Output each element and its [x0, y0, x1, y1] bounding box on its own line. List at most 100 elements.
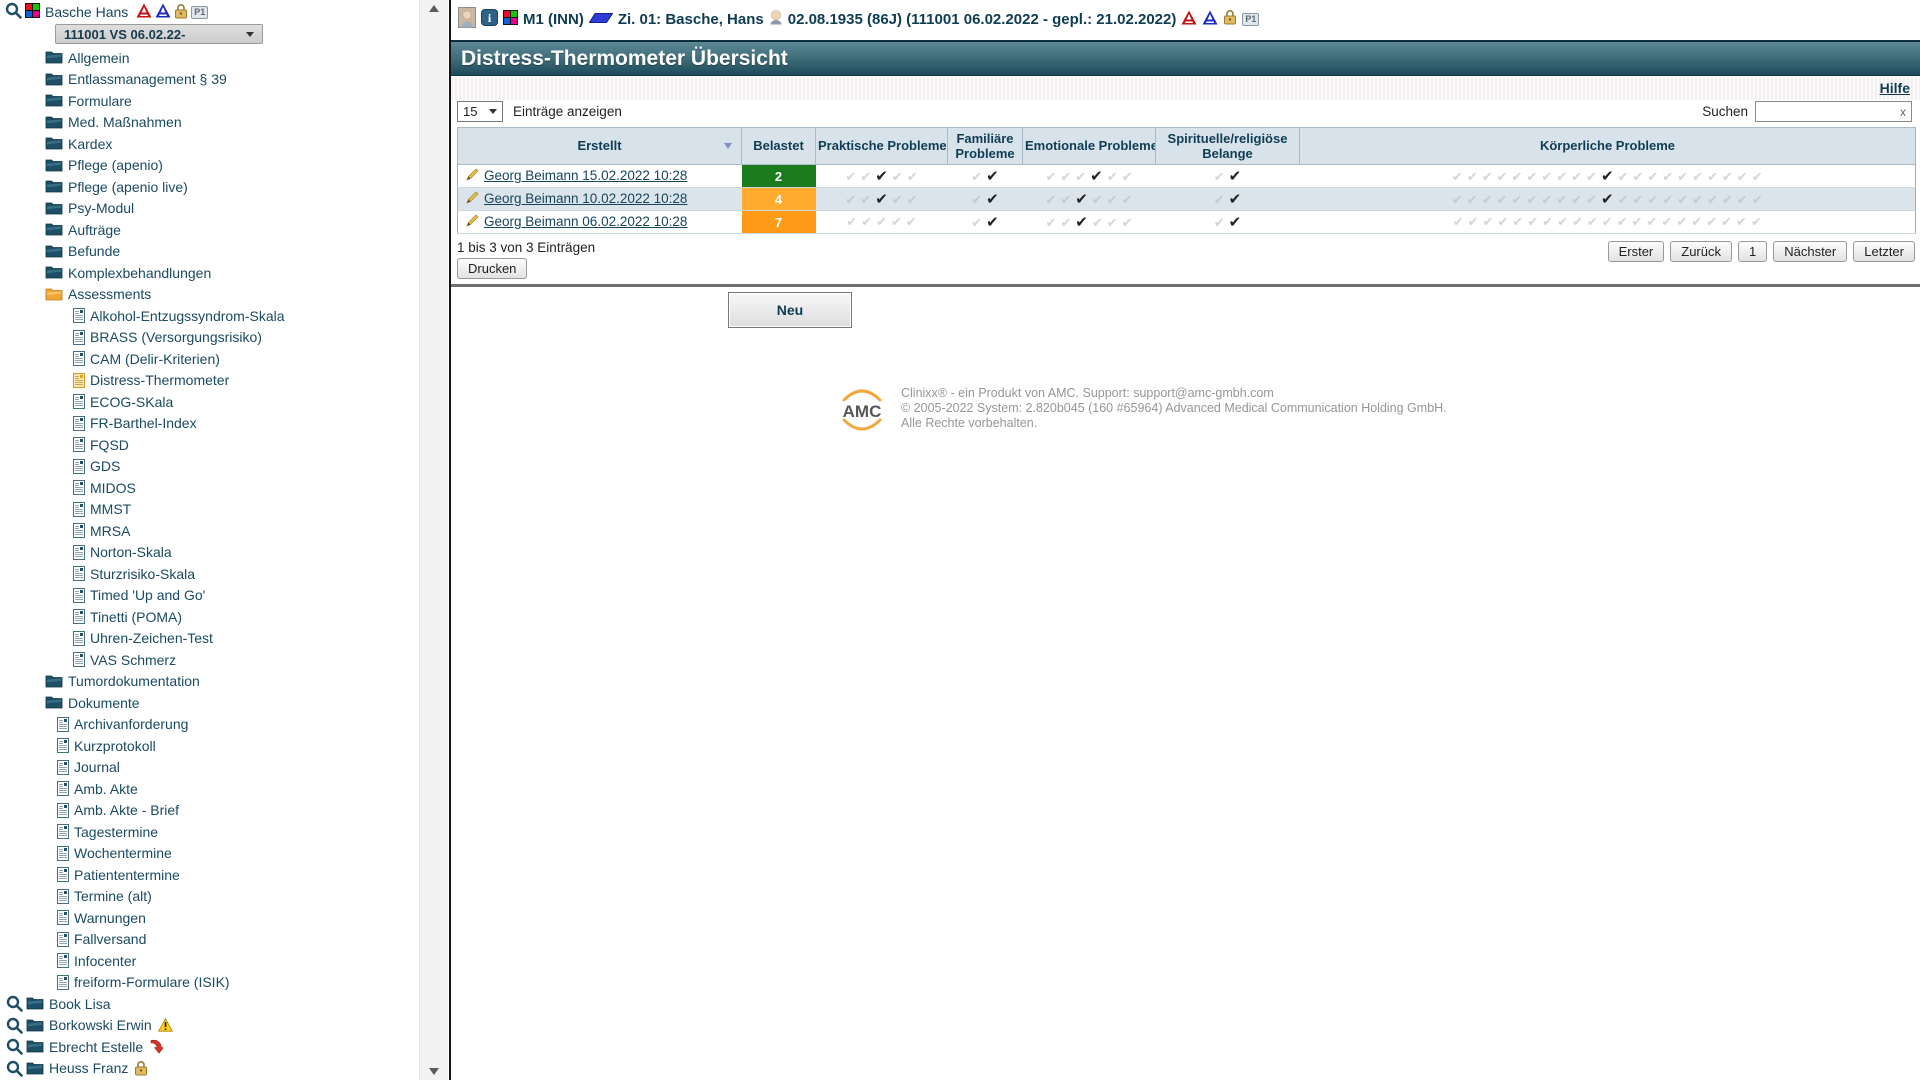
unchecked-icon: ✔ [1122, 170, 1133, 185]
entry-link[interactable]: Georg Beimann 15.02.2022 10:28 [484, 168, 687, 183]
column-header-erstellt[interactable]: Erstellt [458, 128, 742, 165]
sidebar-item-dokumente[interactable]: Dokumente [0, 692, 418, 714]
pager-first[interactable]: Erster [1608, 241, 1665, 262]
new-button[interactable]: Neu [728, 292, 852, 328]
sidebar-item-midos[interactable]: MIDOS [0, 477, 418, 499]
document-icon [73, 330, 85, 345]
current-patient-name: Basche Hans [45, 4, 128, 20]
column-header-famili-re-probleme[interactable]: Familiäre Probleme [948, 128, 1023, 165]
checked-icon: ✔ [1090, 167, 1103, 185]
sidebar-item-label: Pflege (apenio live) [68, 179, 188, 195]
sidebar: Basche Hans P1 111001 VS 06.02.22- Allge… [0, 0, 419, 1080]
sidebar-item-komplexbehandlungen[interactable]: Komplexbehandlungen [0, 262, 418, 284]
sidebar-item-warnungen[interactable]: Warnungen [0, 907, 418, 929]
pager-next[interactable]: Nächster [1773, 241, 1847, 262]
column-header-emotionale-probleme[interactable]: Emotionale Probleme [1023, 128, 1156, 165]
sidebar-item-amb-akte-brief[interactable]: Amb. Akte - Brief [0, 800, 418, 822]
print-button[interactable]: Drucken [457, 258, 527, 279]
cell-spirituelle: ✔✔ [1156, 188, 1300, 211]
folder-icon [45, 116, 63, 129]
edit-pencil-icon[interactable] [466, 191, 479, 207]
distress-score-badge: 4 [742, 188, 816, 210]
sidebar-item-cam-delir-kriterien[interactable]: CAM (Delir-Kriterien) [0, 348, 418, 370]
info-icon[interactable]: i [481, 9, 498, 30]
sidebar-item-tumordokumentation[interactable]: Tumordokumentation [0, 671, 418, 693]
entry-link[interactable]: Georg Beimann 06.02.2022 10:28 [484, 214, 687, 229]
selected-document-icon [73, 373, 85, 388]
sidebar-item-gds[interactable]: GDS [0, 456, 418, 478]
column-header-praktische-probleme[interactable]: Praktische Probleme [816, 128, 948, 165]
sidebar-item-vas-schmerz[interactable]: VAS Schmerz [0, 649, 418, 671]
sidebar-item-uhren-zeichen-test[interactable]: Uhren-Zeichen-Test [0, 628, 418, 650]
sidebar-item-label: Formulare [68, 93, 132, 109]
document-icon [57, 717, 69, 732]
clear-search-icon[interactable]: x [1900, 105, 1911, 119]
folder-icon [26, 1019, 44, 1032]
sidebar-item-label: Patiententermine [74, 867, 180, 883]
case-select[interactable]: 111001 VS 06.02.22- [55, 24, 263, 44]
sidebar-item-kurzprotokoll[interactable]: Kurzprotokoll [0, 735, 418, 757]
scroll-down-icon[interactable] [429, 1068, 439, 1075]
sidebar-item-entlassmanagement-39[interactable]: Entlassmanagement § 39 [0, 69, 418, 91]
pager-previous[interactable]: Zurück [1670, 241, 1732, 262]
sidebar-item-mrsa[interactable]: MRSA [0, 520, 418, 542]
section-divider [451, 284, 1920, 287]
sidebar-item-termine-alt[interactable]: Termine (alt) [0, 886, 418, 908]
sidebar-item-mmst[interactable]: MMST [0, 499, 418, 521]
sidebar-item-pflege-apenio-live[interactable]: Pflege (apenio live) [0, 176, 418, 198]
column-header-spirituelle-religi-se-belange[interactable]: Spirituelle/religiöse Belange [1156, 128, 1300, 165]
sidebar-item-formulare[interactable]: Formulare [0, 90, 418, 112]
sidebar-item-label: Termine (alt) [74, 888, 152, 904]
sidebar-item-tinetti-poma[interactable]: Tinetti (POMA) [0, 606, 418, 628]
sidebar-patient-heuss-franz[interactable]: Heuss Franz [0, 1058, 418, 1080]
document-icon [73, 394, 85, 409]
sidebar-item-auftr-ge[interactable]: Aufträge [0, 219, 418, 241]
sidebar-item-amb-akte[interactable]: Amb. Akte [0, 778, 418, 800]
sidebar-item-med-ma-nahmen[interactable]: Med. Maßnahmen [0, 112, 418, 134]
sidebar-item-sturzrisiko-skala[interactable]: Sturzrisiko-Skala [0, 563, 418, 585]
sidebar-item-allgemein[interactable]: Allgemein [0, 47, 418, 69]
sidebar-item-norton-skala[interactable]: Norton-Skala [0, 542, 418, 564]
entry-link[interactable]: Georg Beimann 10.02.2022 10:28 [484, 191, 687, 206]
sidebar-patient-book-lisa[interactable]: Book Lisa [0, 993, 418, 1015]
sidebar-item-infocenter[interactable]: Infocenter [0, 950, 418, 972]
edit-pencil-icon[interactable] [466, 168, 479, 184]
entries-per-page-select[interactable]: 15 [457, 101, 503, 122]
search-input[interactable] [1756, 103, 1900, 120]
unchecked-icon: ✔ [1452, 193, 1463, 208]
sidebar-item-psy-modul[interactable]: Psy-Modul [0, 198, 418, 220]
sidebar-item-tagestermine[interactable]: Tagestermine [0, 821, 418, 843]
sidebar-item-fr-barthel-index[interactable]: FR-Barthel-Index [0, 413, 418, 435]
cell-erstellt: Georg Beimann 06.02.2022 10:28 [458, 211, 742, 234]
sidebar-current-patient[interactable]: Basche Hans P1 [5, 2, 208, 22]
sidebar-item-journal[interactable]: Journal [0, 757, 418, 779]
help-link[interactable]: Hilfe [1880, 80, 1910, 96]
sidebar-item-kardex[interactable]: Kardex [0, 133, 418, 155]
pager-last[interactable]: Letzter [1853, 241, 1915, 262]
sidebar-scrollbar[interactable] [419, 0, 448, 1080]
sidebar-item-assessments[interactable]: Assessments [0, 284, 418, 306]
sidebar-item-ecog-skala[interactable]: ECOG-SKala [0, 391, 418, 413]
edit-pencil-icon[interactable] [466, 214, 479, 230]
sidebar-item-pflege-apenio[interactable]: Pflege (apenio) [0, 155, 418, 177]
pager-page-1[interactable]: 1 [1738, 241, 1767, 262]
sidebar-patient-borkowski-erwin[interactable]: Borkowski Erwin [0, 1015, 418, 1037]
column-header-k-rperliche-probleme[interactable]: Körperliche Probleme [1300, 128, 1916, 165]
sidebar-item-archivanforderung[interactable]: Archivanforderung [0, 714, 418, 736]
sidebar-item-timed-up-and-go[interactable]: Timed 'Up and Go' [0, 585, 418, 607]
sidebar-item-alkohol-entzugssyndrom-skala[interactable]: Alkohol-Entzugssyndrom-Skala [0, 305, 418, 327]
sidebar-item-wochentermine[interactable]: Wochentermine [0, 843, 418, 865]
sidebar-item-patiententermine[interactable]: Patiententermine [0, 864, 418, 886]
sidebar-patient-ebrecht-estelle[interactable]: Ebrecht Estelle [0, 1036, 418, 1058]
sidebar-item-fqsd[interactable]: FQSD [0, 434, 418, 456]
scroll-up-icon[interactable] [429, 5, 439, 12]
sidebar-item-brass-versorgungsrisiko[interactable]: BRASS (Versorgungsrisiko) [0, 327, 418, 349]
checked-icon: ✔ [1229, 167, 1242, 185]
sidebar-item-befunde[interactable]: Befunde [0, 241, 418, 263]
sidebar-item-distress-thermometer[interactable]: Distress-Thermometer [0, 370, 418, 392]
sidebar-item-freiform-formulare-isik[interactable]: freiform-Formulare (ISIK) [0, 972, 418, 994]
column-header-belastet[interactable]: Belastet [742, 128, 816, 165]
sidebar-item-fallversand[interactable]: Fallversand [0, 929, 418, 951]
unchecked-icon: ✔ [1512, 193, 1523, 208]
checked-icon: ✔ [1075, 213, 1088, 231]
